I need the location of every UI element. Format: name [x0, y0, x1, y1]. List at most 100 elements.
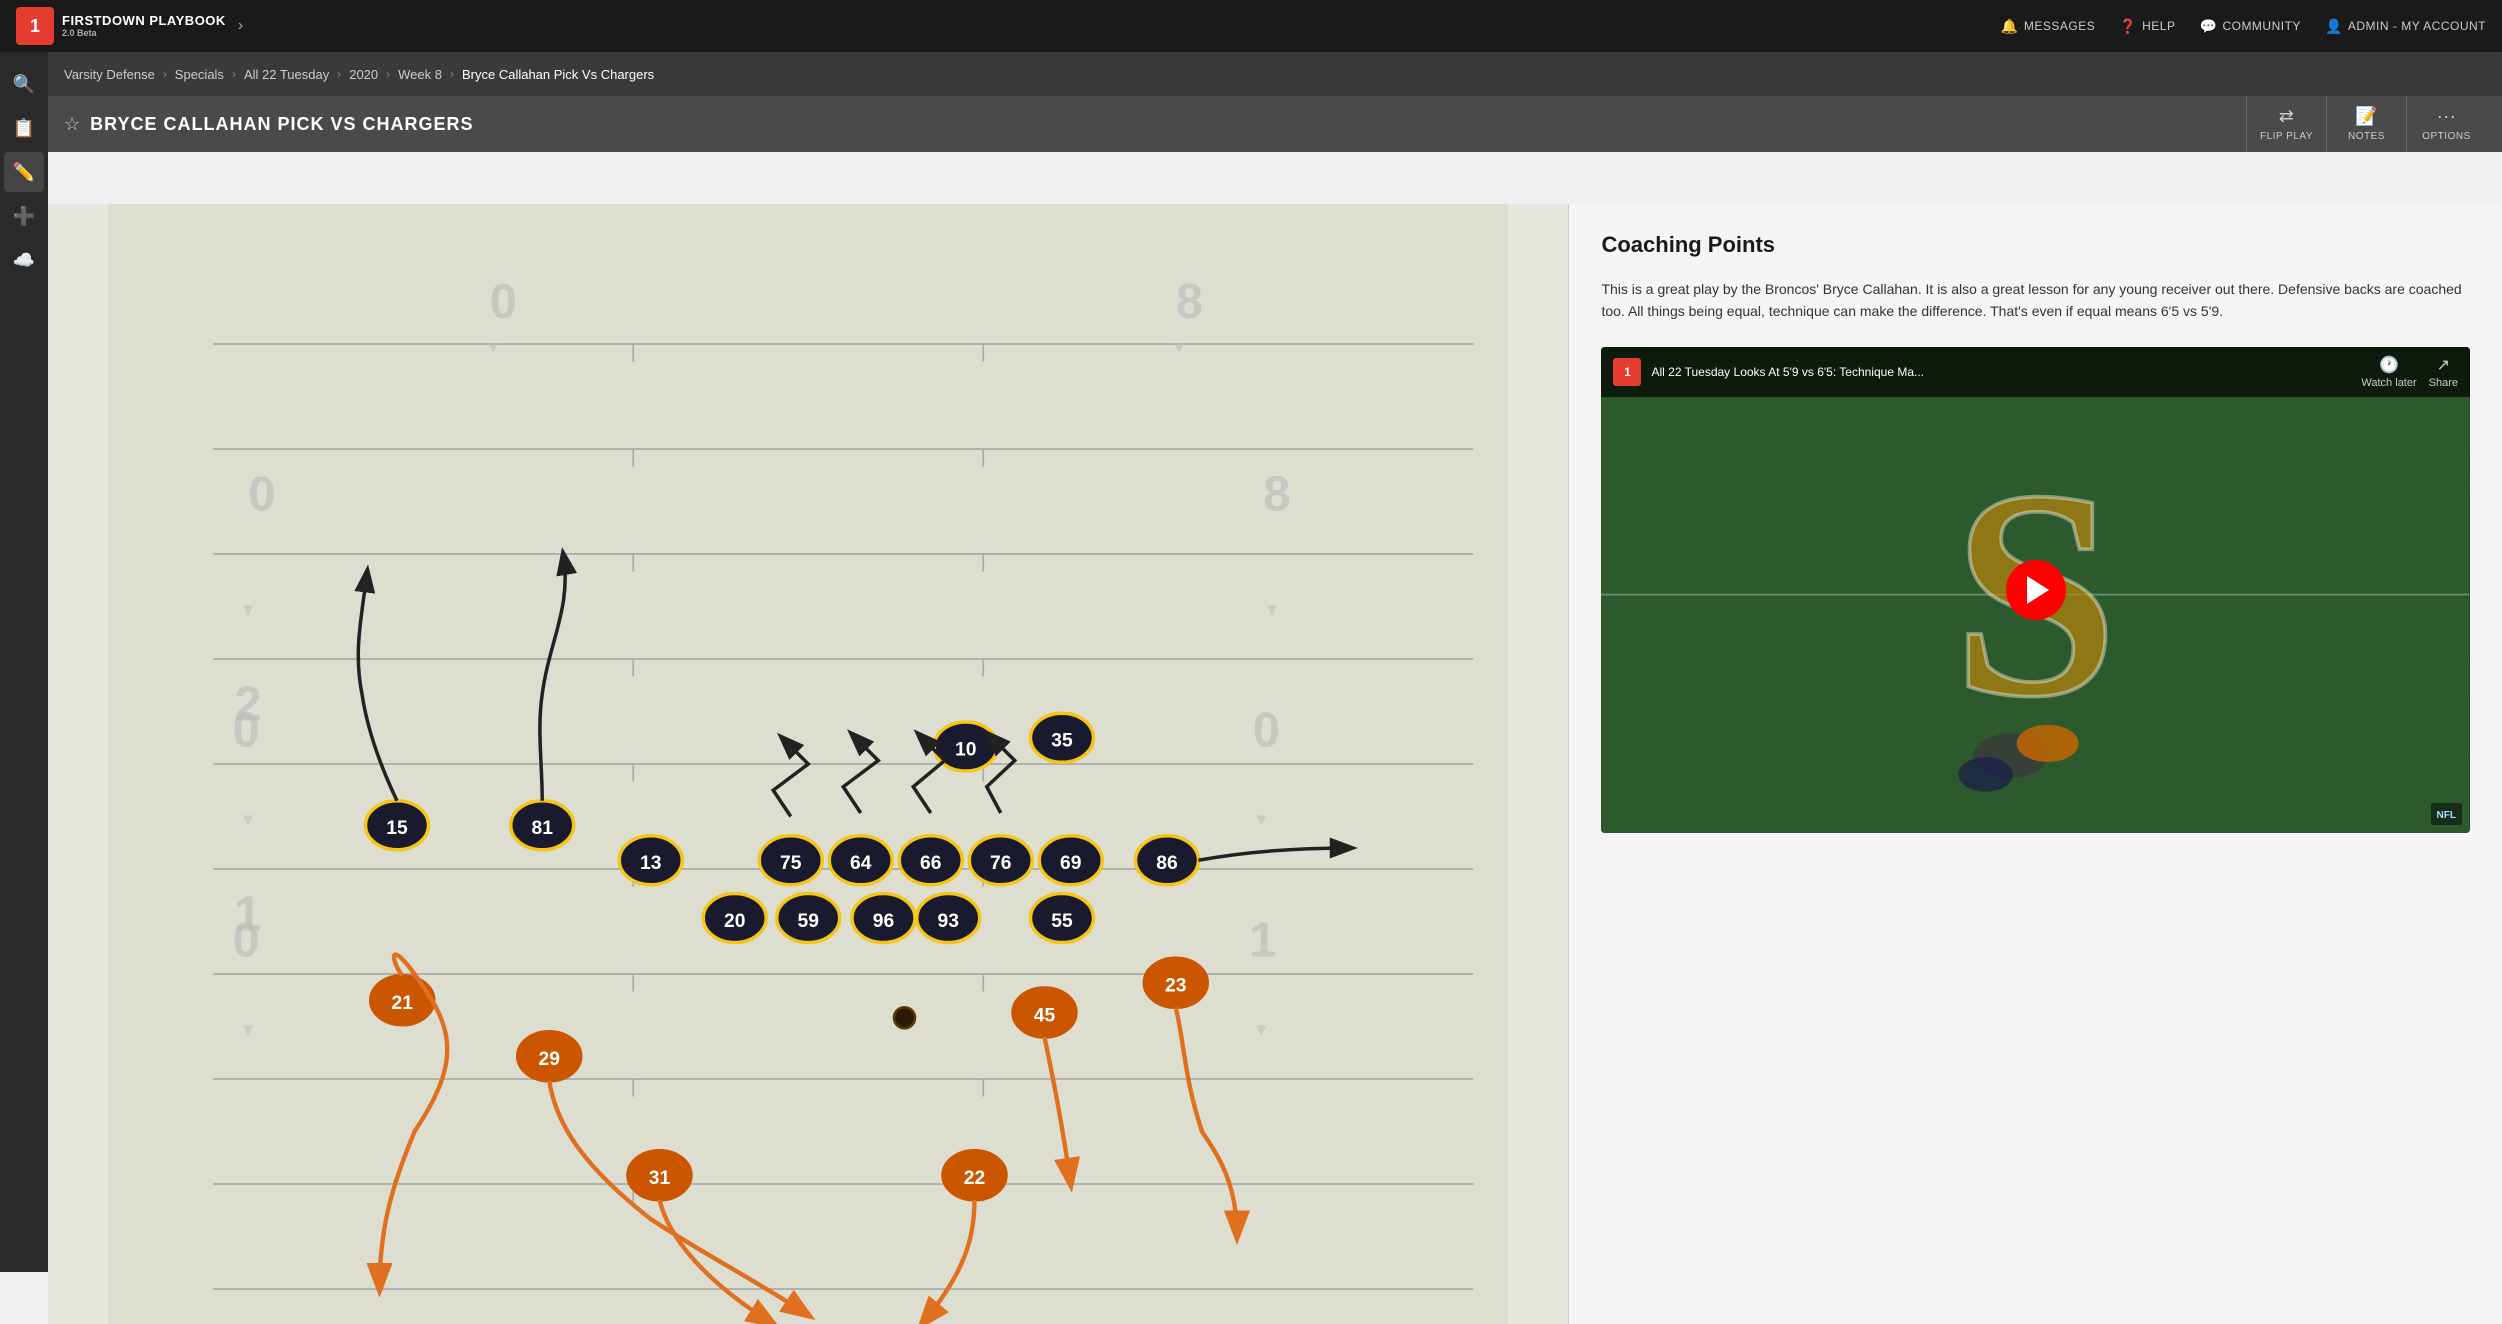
watch-later-icon: 🕐 [2379, 355, 2399, 375]
play-video-button[interactable] [2006, 560, 2066, 620]
svg-text:0: 0 [232, 914, 259, 968]
community-icon: 💬 [2200, 18, 2218, 35]
breadcrumb-play: Bryce Callahan Pick Vs Chargers [462, 67, 654, 82]
svg-text:0: 0 [232, 704, 259, 758]
svg-text:13: 13 [640, 853, 662, 874]
svg-text:31: 31 [649, 1168, 671, 1189]
coaching-title: Coaching Points [1601, 232, 2470, 258]
play-diagram: 0 ▼ 2 0 ▼ 1 0 ▼ 8 ▼ 0 ▼ 1 ▼ 0 ▼ 8 ▼ [48, 204, 1569, 1324]
nfl-badge-area: NFL [2431, 803, 2462, 825]
svg-text:64: 64 [850, 853, 872, 874]
favorite-icon[interactable]: ☆ [64, 114, 80, 135]
logo-text: FIRSTDOWN PLAYBOOK 2.0 Beta [62, 13, 226, 39]
svg-text:59: 59 [798, 911, 819, 932]
svg-text:55: 55 [1051, 911, 1073, 932]
svg-text:93: 93 [938, 911, 960, 932]
svg-text:0: 0 [1253, 704, 1280, 758]
svg-text:▼: ▼ [484, 337, 501, 357]
svg-text:29: 29 [539, 1049, 560, 1070]
svg-text:0: 0 [248, 467, 275, 521]
breadcrumb-sep-3: › [337, 67, 341, 81]
sidebar: 🔍 📋 ✏️ ➕ ☁️ [0, 52, 48, 1272]
notes-icon: 📝 [2355, 106, 2378, 127]
breadcrumb-sep-2: › [232, 67, 236, 81]
svg-text:▼: ▼ [1253, 1019, 1270, 1039]
field-container: 0 ▼ 2 0 ▼ 1 0 ▼ 8 ▼ 0 ▼ 1 ▼ 0 ▼ 8 ▼ [48, 204, 1568, 1324]
svg-text:23: 23 [1165, 976, 1187, 997]
video-controls: 🕐 Watch later ↗ Share [2361, 355, 2458, 389]
svg-text:69: 69 [1060, 853, 1081, 874]
svg-text:▼: ▼ [239, 809, 256, 829]
sidebar-add[interactable]: ➕ [4, 196, 44, 236]
svg-text:1: 1 [1249, 914, 1276, 968]
share-icon: ↗ [2437, 355, 2450, 375]
title-actions: ⇄ FLIP PLAY 📝 NOTES ··· OPTIONS [2246, 96, 2486, 152]
help-icon: ❓ [2119, 18, 2137, 35]
svg-text:0: 0 [490, 275, 517, 329]
svg-text:75: 75 [780, 853, 802, 874]
breadcrumb-sep-4: › [386, 67, 390, 81]
flip-play-icon: ⇄ [2279, 106, 2295, 127]
field-svg: 0 ▼ 2 0 ▼ 1 0 ▼ 8 ▼ 0 ▼ 1 ▼ 0 ▼ 8 ▼ [48, 204, 1568, 1324]
svg-text:96: 96 [873, 911, 895, 932]
svg-text:66: 66 [920, 853, 942, 874]
svg-text:21: 21 [392, 993, 414, 1014]
messages-nav[interactable]: 🔔 MESSAGES [2001, 18, 2095, 35]
video-header: 1 All 22 Tuesday Looks At 5'9 vs 6'5: Te… [1601, 347, 2470, 397]
title-bar: ☆ BRYCE CALLAHAN PICK VS CHARGERS ⇄ FLIP… [48, 96, 2502, 152]
breadcrumb: Varsity Defense › Specials › All 22 Tues… [48, 52, 2502, 96]
video-logo-icon: 1 [1613, 358, 1641, 386]
account-nav[interactable]: 👤 ADMIN - MY ACCOUNT [2325, 18, 2486, 35]
nav-right: 🔔 MESSAGES ❓ HELP 💬 COMMUNITY 👤 ADMIN - … [2001, 18, 2486, 35]
options-icon: ··· [2437, 106, 2456, 127]
nav-left: 1 FIRSTDOWN PLAYBOOK 2.0 Beta › [16, 7, 243, 45]
options-button[interactable]: ··· OPTIONS [2406, 96, 2486, 152]
breadcrumb-varsity-defense[interactable]: Varsity Defense [64, 67, 155, 82]
video-container[interactable]: S S 1 All 22 Tuesday Looks At 5'9 vs 6'5… [1601, 347, 2470, 833]
help-nav[interactable]: ❓ HELP [2119, 18, 2175, 35]
notes-button[interactable]: 📝 NOTES [2326, 96, 2406, 152]
breadcrumb-sep-5: › [450, 67, 454, 81]
breadcrumb-all22[interactable]: All 22 Tuesday [244, 67, 329, 82]
share-button[interactable]: ↗ Share [2429, 355, 2458, 389]
watch-later-button[interactable]: 🕐 Watch later [2361, 355, 2416, 389]
svg-text:8: 8 [1263, 467, 1290, 521]
svg-text:86: 86 [1156, 853, 1178, 874]
svg-text:▼: ▼ [239, 599, 256, 619]
svg-text:22: 22 [964, 1168, 985, 1189]
account-icon: 👤 [2325, 18, 2343, 35]
bell-icon: 🔔 [2001, 18, 2019, 35]
svg-text:▼: ▼ [1170, 337, 1187, 357]
breadcrumb-sep-1: › [163, 67, 167, 81]
svg-text:15: 15 [386, 818, 408, 839]
main-content: 0 ▼ 2 0 ▼ 1 0 ▼ 8 ▼ 0 ▼ 1 ▼ 0 ▼ 8 ▼ [48, 204, 2502, 1324]
page-title: BRYCE CALLAHAN PICK VS CHARGERS [90, 114, 473, 135]
svg-text:35: 35 [1051, 731, 1073, 752]
sidebar-search[interactable]: 🔍 [4, 64, 44, 104]
sidebar-edit[interactable]: ✏️ [4, 152, 44, 192]
svg-text:76: 76 [990, 853, 1012, 874]
community-nav[interactable]: 💬 COMMUNITY [2200, 18, 2301, 35]
svg-text:81: 81 [532, 818, 554, 839]
title-left: ☆ BRYCE CALLAHAN PICK VS CHARGERS [64, 114, 474, 135]
sidebar-cloud[interactable]: ☁️ [4, 240, 44, 280]
breadcrumb-week8[interactable]: Week 8 [398, 67, 442, 82]
svg-text:8: 8 [1176, 275, 1203, 329]
svg-text:▼: ▼ [1253, 809, 1270, 829]
logo[interactable]: 1 FIRSTDOWN PLAYBOOK 2.0 Beta [16, 7, 226, 45]
nav-expand-icon[interactable]: › [238, 17, 243, 35]
svg-text:▼: ▼ [1263, 599, 1280, 619]
sidebar-clipboard[interactable]: 📋 [4, 108, 44, 148]
svg-text:▼: ▼ [239, 1019, 256, 1039]
svg-text:20: 20 [724, 911, 745, 932]
breadcrumb-2020[interactable]: 2020 [349, 67, 378, 82]
flip-play-button[interactable]: ⇄ FLIP PLAY [2246, 96, 2326, 152]
breadcrumb-specials[interactable]: Specials [175, 67, 224, 82]
video-thumbnail: S S 1 All 22 Tuesday Looks At 5'9 vs 6'5… [1601, 347, 2470, 833]
top-nav: 1 FIRSTDOWN PLAYBOOK 2.0 Beta › 🔔 MESSAG… [0, 0, 2502, 52]
play-triangle-icon [2027, 576, 2049, 604]
right-panel: Coaching Points This is a great play by … [1569, 204, 2502, 1324]
logo-icon: 1 [16, 7, 54, 45]
svg-text:10: 10 [955, 739, 976, 760]
nfl-badge: NFL [2437, 810, 2456, 821]
